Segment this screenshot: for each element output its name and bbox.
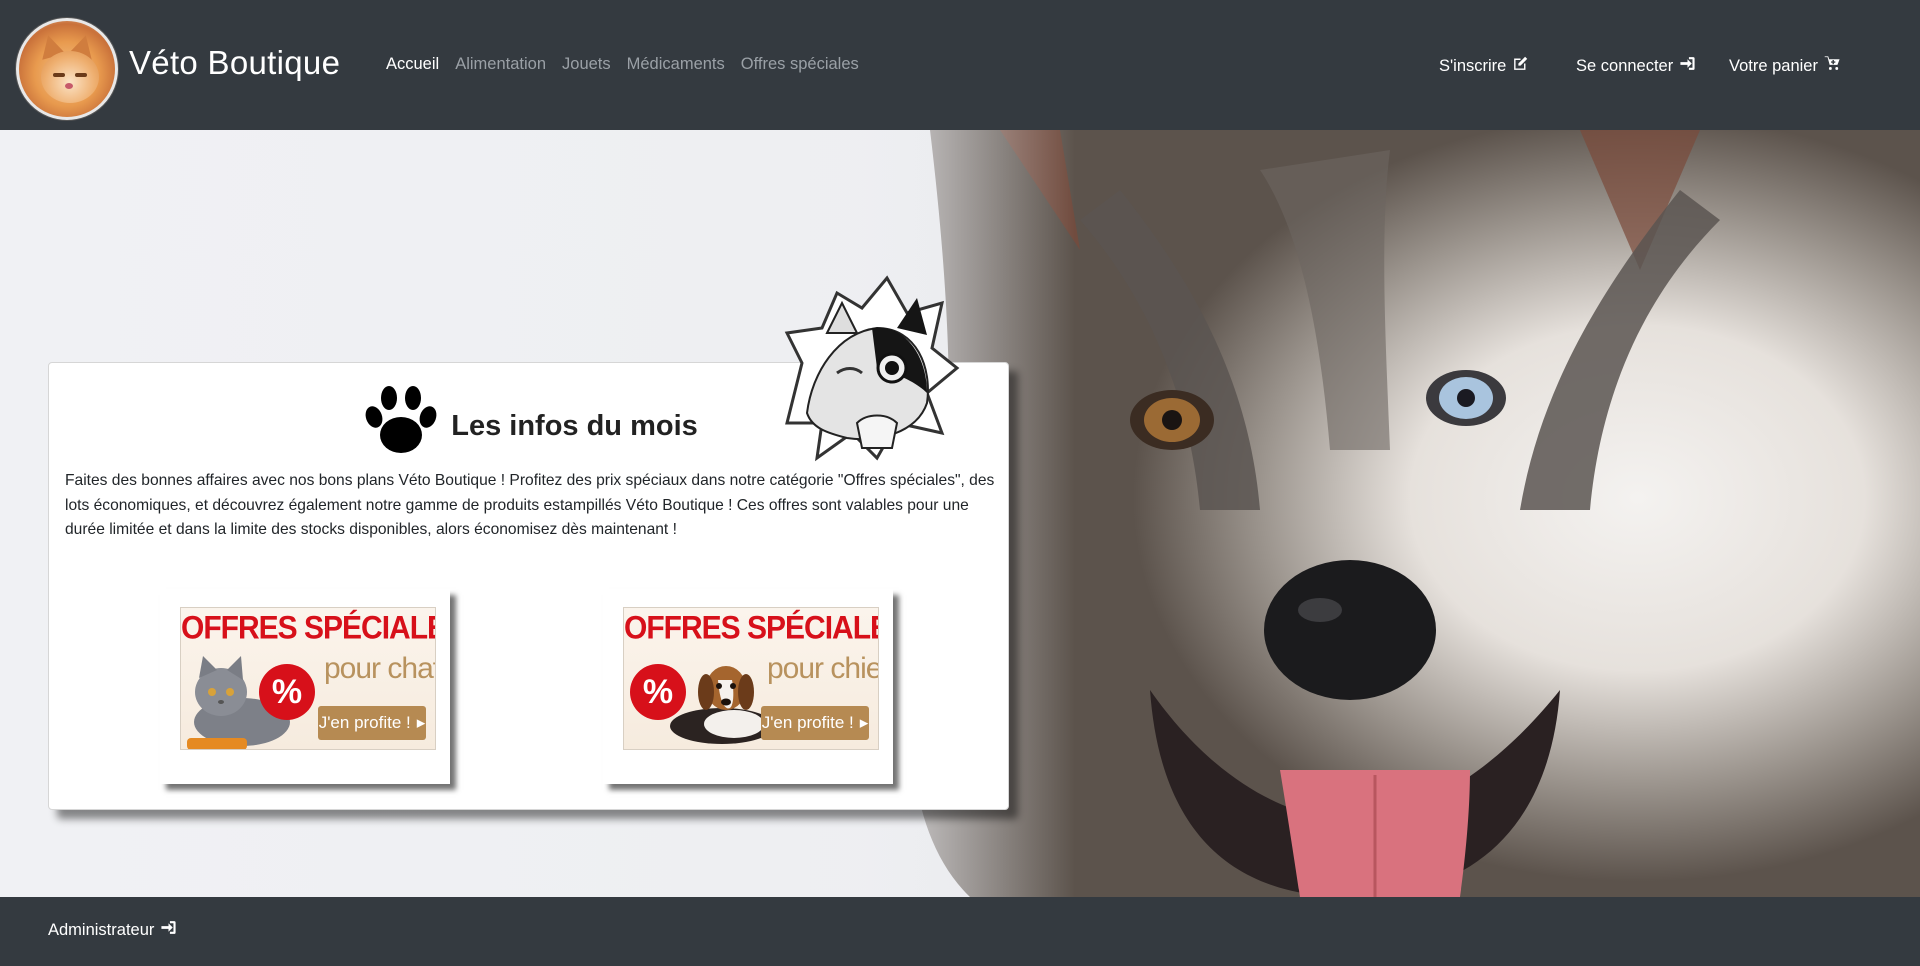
promo-frame-cat: OFFRES SPÉCIALES % pour chat J'en profit… [160, 589, 450, 784]
login-link[interactable]: Se connecter [1576, 55, 1696, 77]
paw-icon [361, 385, 441, 462]
cart-link[interactable]: Votre panier [1729, 55, 1841, 77]
discount-badge: % [259, 664, 315, 720]
nav-link-alimentation[interactable]: Alimentation [455, 55, 546, 74]
top-navbar: Véto Boutique Accueil Alimentation Jouet… [0, 0, 1920, 130]
promo-title: OFFRES SPÉCIALES [624, 610, 878, 647]
signup-link[interactable]: S'inscrire [1439, 55, 1529, 77]
caret-right-icon: ▸ [416, 713, 426, 732]
brand-logo-cat[interactable] [16, 18, 118, 120]
cat-eye [53, 73, 65, 77]
card-description: Faites des bonnes affaires avec nos bons… [65, 472, 995, 538]
sign-in-icon [1679, 55, 1696, 77]
promo-cta-button[interactable]: J'en profite ! ▸ [761, 706, 869, 740]
main-nav: Accueil Alimentation Jouets Médicaments … [386, 55, 859, 74]
sign-in-icon [160, 919, 177, 941]
card-title: Les infos du mois [451, 410, 698, 442]
nav-link-jouets[interactable]: Jouets [562, 55, 611, 74]
caret-right-icon: ▸ [859, 713, 869, 732]
promo-cta-label: J'en profite ! [318, 713, 411, 732]
signup-label: S'inscrire [1439, 56, 1507, 75]
edit-icon [1512, 55, 1529, 77]
promo-subtitle: pour chat [324, 652, 436, 685]
promo-cta-label: J'en profite ! [761, 713, 854, 732]
brand-title[interactable]: Véto Boutique [129, 44, 340, 82]
discount-badge: % [630, 664, 686, 720]
card-header: Les infos du mois [49, 385, 1010, 462]
cat-nose [65, 83, 73, 89]
hero-section: Les infos du mois Faites des bonnes affa… [0, 130, 1920, 897]
cat-eye [75, 73, 87, 77]
nav-link-medicaments[interactable]: Médicaments [627, 55, 725, 74]
nav-link-accueil[interactable]: Accueil [386, 55, 439, 74]
promo-title: OFFRES SPÉCIALES [181, 610, 435, 647]
cat-face [41, 51, 99, 103]
promo-cta-button[interactable]: J'en profite ! ▸ [318, 706, 426, 740]
promo-banner-cat[interactable]: OFFRES SPÉCIALES % pour chat J'en profit… [180, 607, 436, 750]
promo-frame-dog: OFFRES SPÉCIALES % pour chien J'en profi… [603, 589, 893, 784]
cart-label: Votre panier [1729, 56, 1818, 75]
promo-subtitle: pour chien [767, 652, 878, 685]
footer: Administrateur [0, 897, 1920, 966]
nav-link-offres-speciales[interactable]: Offres spéciales [741, 55, 859, 74]
monthly-info-card: Les infos du mois Faites des bonnes affa… [48, 275, 1010, 810]
cart-icon [1824, 55, 1841, 77]
promo-banner-dog[interactable]: OFFRES SPÉCIALES % pour chien J'en profi… [623, 607, 879, 750]
admin-link[interactable]: Administrateur [48, 919, 177, 941]
login-label: Se connecter [1576, 56, 1674, 75]
admin-label: Administrateur [48, 920, 155, 939]
